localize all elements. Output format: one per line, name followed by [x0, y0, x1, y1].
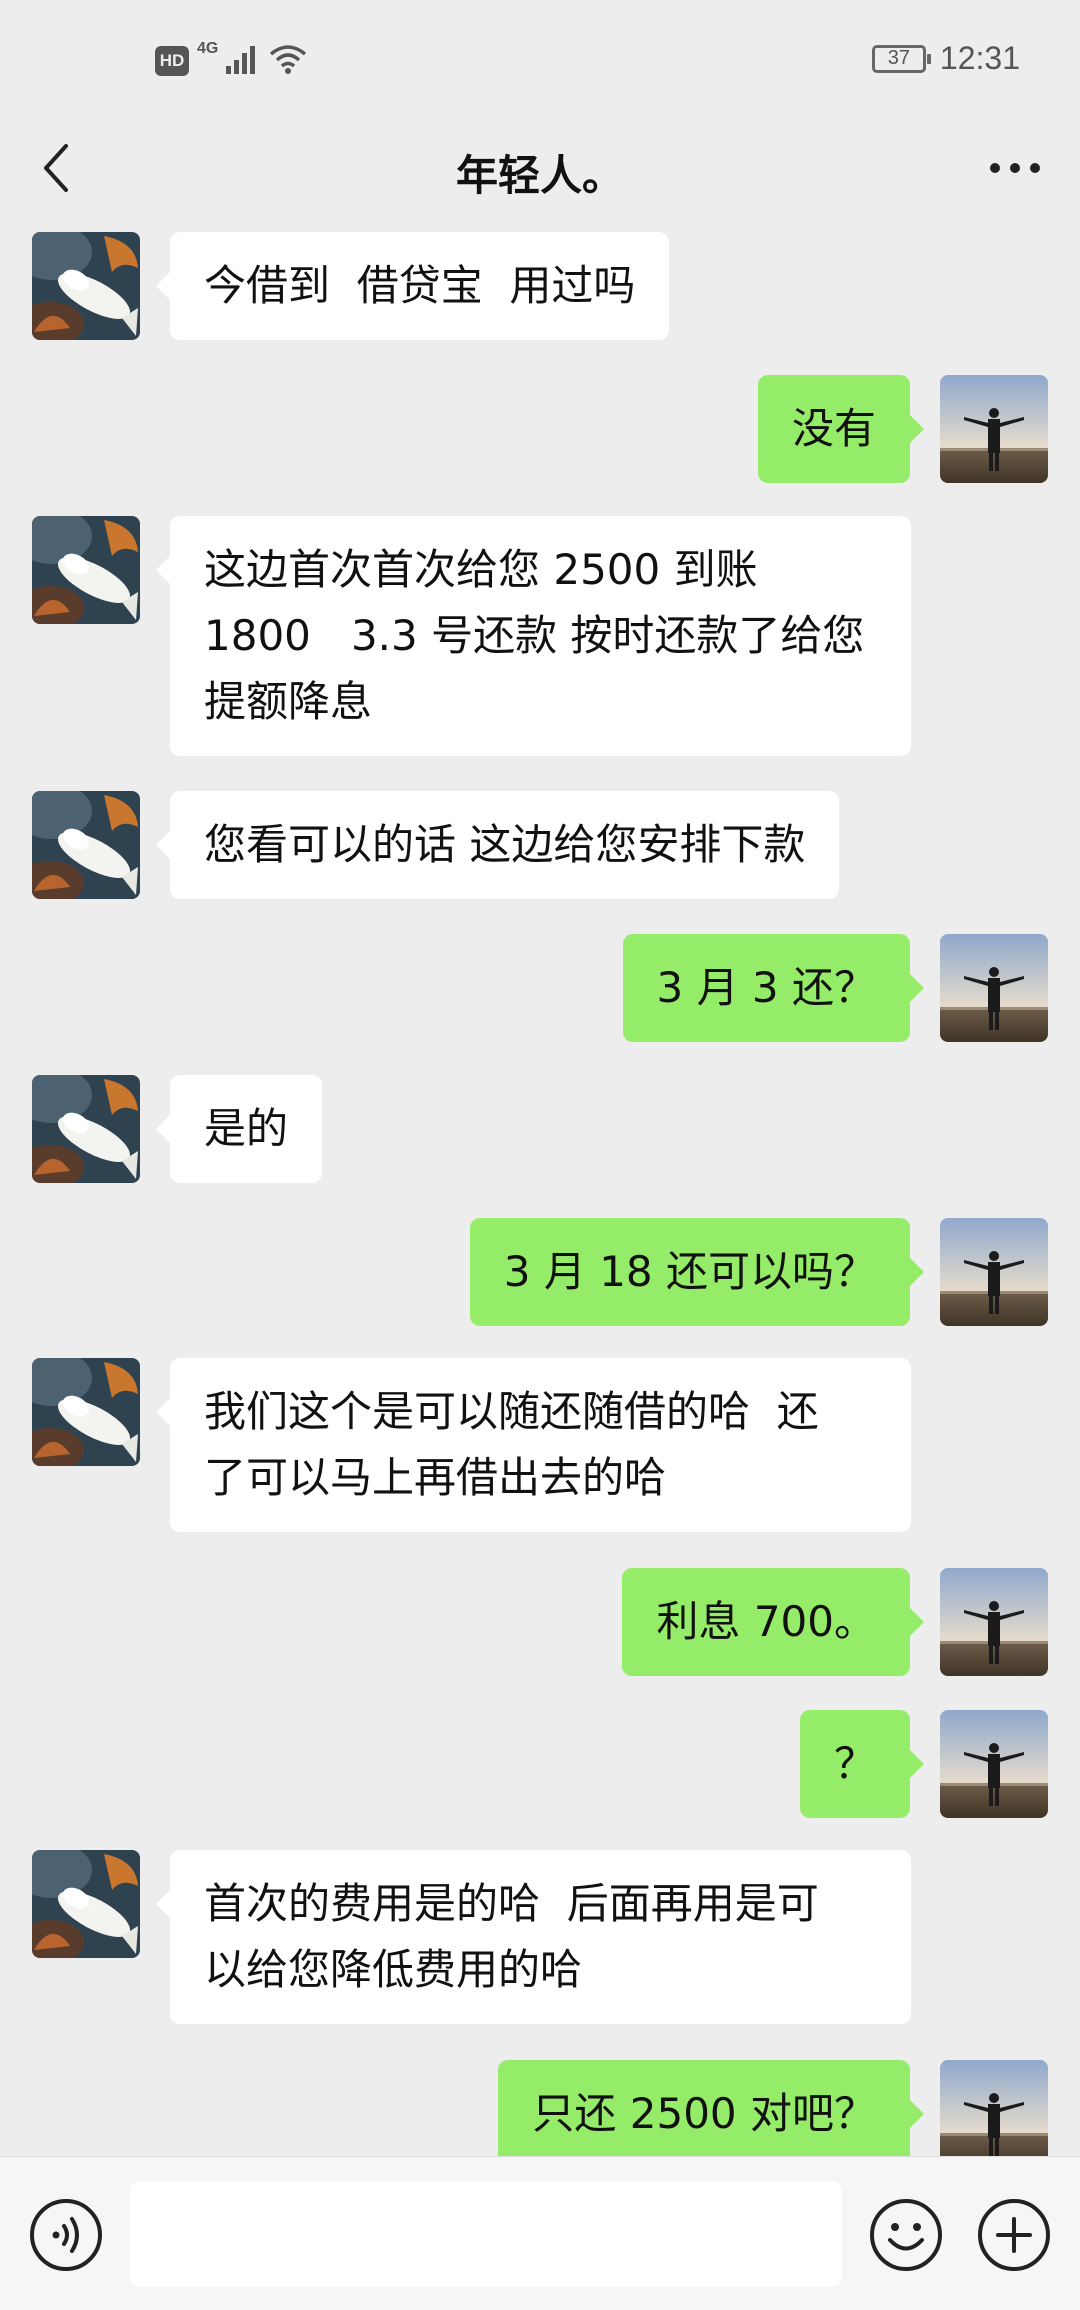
koi-fish-image — [32, 1850, 140, 1958]
my-avatar[interactable] — [940, 1218, 1048, 1326]
status-icons-right: 37 12:31 — [871, 40, 1020, 77]
network-type: 4G — [197, 40, 219, 57]
contact-avatar[interactable] — [32, 1358, 140, 1466]
message-bubble[interactable]: 这边首次首次给您 2500 到账 1800 3.3 号还款 按时还款了给您 提额… — [156, 516, 911, 756]
my-avatar[interactable] — [940, 934, 1048, 1042]
chat-title: 年轻人。 — [455, 151, 624, 200]
koi-fish-image — [32, 1358, 140, 1466]
person-silhouette-image — [940, 375, 1048, 483]
message-bubble[interactable]: 只还 2500 对吧？ — [498, 2060, 924, 2156]
plus-icon — [978, 2199, 1050, 2271]
message-bubble[interactable]: 3 月 18 还可以吗？ — [469, 1218, 925, 1326]
emoji-icon — [870, 2199, 942, 2271]
person-silhouette-image — [940, 934, 1048, 1042]
message-bubble[interactable]: 您看可以的话 这边给您安排下款 — [155, 791, 840, 899]
voice-icon — [30, 2199, 102, 2271]
battery-icon: 37 — [871, 44, 931, 73]
emoji-button[interactable] — [868, 2197, 944, 2273]
status-icons-left: HD 4G — [155, 40, 308, 79]
hd-badge: HD — [155, 46, 189, 76]
message-bubble[interactable]: 没有 — [757, 375, 925, 483]
person-silhouette-image — [940, 2060, 1048, 2156]
my-avatar[interactable] — [940, 2060, 1048, 2156]
message-bubble[interactable]: 我们这个是可以随还随借的哈 还 了可以马上再借出去的哈 — [156, 1358, 911, 1532]
my-avatar[interactable] — [940, 375, 1048, 483]
contact-avatar[interactable] — [32, 516, 140, 624]
status-bar: HD 4G 37 12:31 — [0, 0, 1080, 124]
my-avatar[interactable] — [940, 1710, 1048, 1818]
message-input[interactable] — [130, 2181, 842, 2287]
message-bubble[interactable]: 3 月 3 还？ — [622, 934, 924, 1042]
contact-avatar[interactable] — [32, 232, 140, 340]
battery-level: 37 — [887, 47, 911, 69]
message-bubble[interactable]: 是的 — [155, 1075, 323, 1183]
message-bubble[interactable]: 利息 700。 — [622, 1568, 924, 1676]
koi-fish-image — [32, 791, 140, 899]
nav-bar: 年轻人。 — [0, 124, 1080, 228]
signal-icon — [226, 44, 260, 78]
message-bubble[interactable]: 今借到 借贷宝 用过吗 — [155, 232, 670, 340]
person-silhouette-image — [940, 1710, 1048, 1818]
more-button[interactable] — [980, 138, 1050, 198]
koi-fish-image — [32, 516, 140, 624]
plus-button[interactable] — [976, 2197, 1052, 2273]
message-bubble[interactable]: ？ — [799, 1710, 925, 1818]
message-list[interactable]: 今借到 借贷宝 用过吗 没有 这边首次首次给您 2500 到账 1800 3.3… — [0, 228, 1080, 2156]
voice-button[interactable] — [28, 2197, 104, 2273]
contact-avatar[interactable] — [32, 1075, 140, 1183]
koi-fish-image — [32, 232, 140, 340]
koi-fish-image — [32, 1075, 140, 1183]
contact-avatar[interactable] — [32, 1850, 140, 1958]
my-avatar[interactable] — [940, 1568, 1048, 1676]
contact-avatar[interactable] — [32, 791, 140, 899]
person-silhouette-image — [940, 1218, 1048, 1326]
wifi-icon — [268, 43, 308, 79]
input-bar — [0, 2156, 1080, 2310]
person-silhouette-image — [940, 1568, 1048, 1676]
more-horizontal-icon — [990, 163, 1040, 173]
status-time: 12:31 — [939, 40, 1020, 76]
message-bubble[interactable]: 首次的费用是的哈 后面再用是可 以给您降低费用的哈 — [156, 1850, 911, 2024]
